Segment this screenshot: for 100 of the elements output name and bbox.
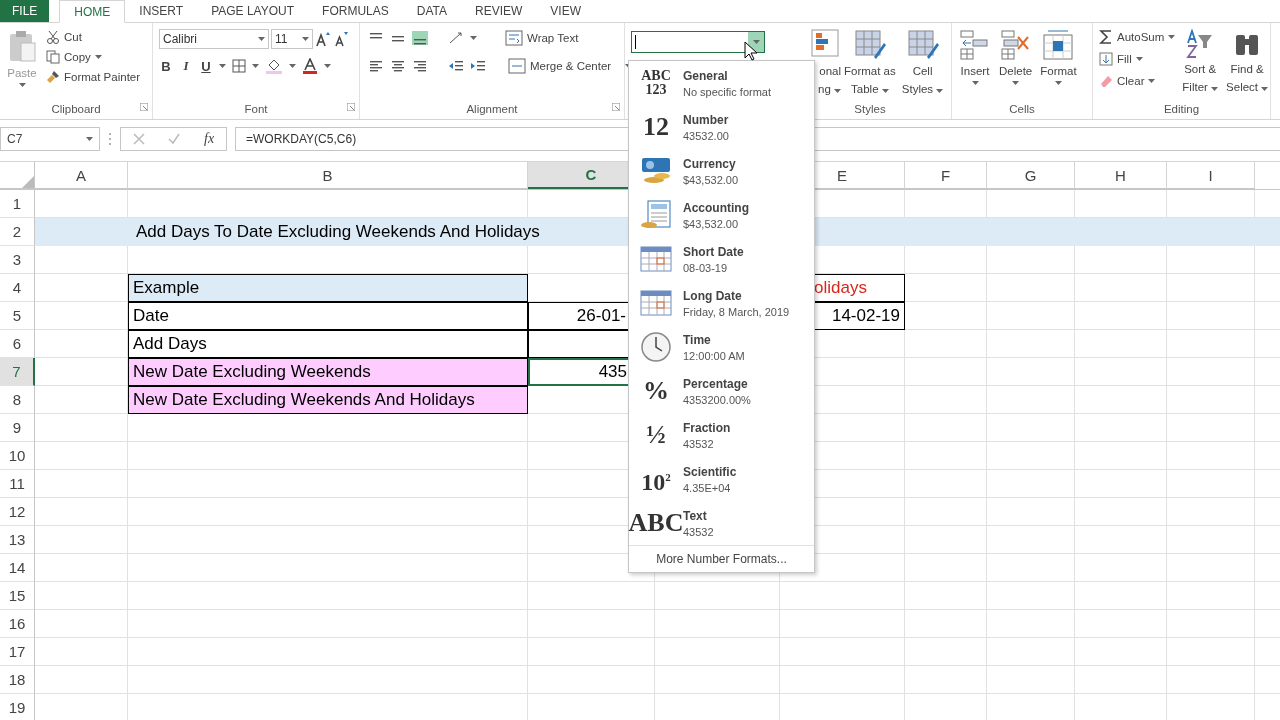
orientation-icon[interactable]	[448, 31, 464, 45]
name-box[interactable]: C7	[0, 127, 100, 151]
format-button[interactable]: Format	[1037, 29, 1080, 99]
caret-icon[interactable]	[881, 89, 889, 93]
merge-cells-icon	[508, 58, 526, 74]
delete-cells-icon	[999, 29, 1032, 61]
caret-icon[interactable]	[1168, 35, 1176, 39]
caret-icon[interactable]	[936, 89, 944, 93]
font-name-field[interactable]: Calibri	[159, 29, 269, 49]
table-cell[interactable]: New Date Excluding Weekends And Holidays	[128, 386, 528, 414]
caret-icon[interactable]	[324, 64, 331, 68]
group-label: Styles	[853, 102, 887, 117]
align-center-icon[interactable]	[390, 59, 406, 73]
insert-button[interactable]: Insert	[956, 29, 994, 99]
caret-icon[interactable]	[1012, 81, 1020, 85]
align-right-icon[interactable]	[412, 59, 428, 73]
calendar-icon	[640, 290, 672, 316]
more-formats-link[interactable]: More Number Formats...	[629, 545, 814, 572]
format-as-table-button[interactable]: Format as Table	[841, 29, 899, 99]
column-header[interactable]: A	[35, 162, 128, 189]
calendar-icon	[640, 246, 672, 272]
dialog-launcher-icon[interactable]	[612, 103, 620, 111]
clock-icon	[640, 331, 672, 363]
caret-icon[interactable]	[834, 89, 841, 93]
column-header[interactable]: I	[1167, 162, 1255, 189]
format-glyph-icon: ½	[646, 422, 666, 448]
caret-icon[interactable]	[1261, 87, 1269, 91]
caret-icon[interactable]	[94, 55, 102, 59]
merge-center-button[interactable]: Merge & Center	[506, 57, 635, 75]
dropdown-caret-icon[interactable]	[752, 40, 760, 44]
drag-handle-icon[interactable]	[108, 132, 112, 146]
cell-brush-icon	[906, 29, 939, 61]
menu-item[interactable]: % Percentage 4353200.00%	[629, 369, 814, 413]
caret-icon[interactable]	[1211, 87, 1219, 91]
increase-indent-icon[interactable]	[470, 59, 486, 73]
menu-item[interactable]: Accounting $43,532.00	[629, 193, 814, 237]
caret-icon[interactable]	[1135, 57, 1143, 61]
sort-filter-button[interactable]: Sort & Filter	[1179, 29, 1222, 99]
column-header[interactable]: G	[987, 162, 1075, 189]
caret-icon[interactable]	[1054, 81, 1062, 85]
menu-item[interactable]: 10$^{2}$ Scientific 4.35E+04	[629, 457, 814, 501]
fill-button[interactable]: Fill	[1097, 51, 1178, 67]
ribbon-tab[interactable]: HOME	[59, 0, 126, 23]
row-header[interactable]: 2	[0, 218, 35, 246]
table-cell[interactable]: Add Days	[128, 330, 528, 358]
insert-function-button[interactable]: fx	[204, 131, 215, 147]
copy-button[interactable]: Copy	[44, 49, 143, 65]
caret-icon[interactable]	[252, 64, 259, 68]
column-header[interactable]: B	[128, 162, 528, 189]
caret-icon[interactable]	[289, 64, 296, 68]
grow-font-icon[interactable]	[315, 31, 331, 47]
row-header[interactable]: 7	[0, 358, 35, 386]
bold-button[interactable]: B	[159, 58, 173, 74]
column-header[interactable]: F	[905, 162, 987, 189]
table-cell[interactable]: Date	[128, 302, 528, 330]
menu-item[interactable]: ½ Fraction 43532	[629, 413, 814, 457]
group-label: Clipboard	[50, 102, 102, 117]
caret-icon[interactable]	[258, 37, 265, 41]
clear-button[interactable]: Clear	[1097, 73, 1178, 89]
fill-color-icon[interactable]	[265, 58, 283, 74]
caret-icon[interactable]	[219, 64, 226, 68]
scissors-icon	[46, 30, 60, 44]
delete-button[interactable]: Delete	[996, 29, 1036, 99]
autosum-button[interactable]: AutoSum	[1097, 29, 1178, 45]
caret-icon[interactable]	[470, 36, 477, 40]
number-format-field[interactable]	[631, 31, 765, 53]
dialog-launcher-icon[interactable]	[347, 103, 355, 111]
cell-styles-button[interactable]: Cell Styles	[898, 29, 947, 99]
shrink-font-icon[interactable]	[333, 31, 349, 47]
font-size-field[interactable]: 11	[271, 29, 313, 49]
cut-button[interactable]: Cut	[44, 29, 143, 45]
format-glyph-icon: 10$^{2}$	[640, 469, 672, 489]
decrease-indent-icon[interactable]	[448, 59, 464, 73]
caret-icon[interactable]	[971, 81, 979, 85]
caret-icon[interactable]	[1148, 79, 1156, 83]
underline-button[interactable]: U	[199, 58, 213, 74]
sigma-icon	[1099, 30, 1113, 44]
money-coins-icon	[640, 156, 672, 186]
dialog-launcher-icon[interactable]	[140, 103, 148, 111]
caret-icon[interactable]	[86, 137, 93, 141]
group-label: Alignment	[465, 102, 519, 117]
down-arrow-icon	[1099, 52, 1113, 66]
borders-icon[interactable]	[232, 59, 246, 73]
format-painter-button[interactable]: Format Painter	[44, 69, 143, 85]
column-header[interactable]: H	[1075, 162, 1167, 189]
caret-icon[interactable]	[302, 37, 309, 41]
format-glyph-icon: 12	[643, 114, 669, 140]
menu-item[interactable]: 12 Number 43532.00	[629, 105, 814, 149]
font-color-icon[interactable]	[302, 58, 318, 74]
find-select-button[interactable]: Find & Select	[1223, 29, 1272, 99]
check-icon[interactable]	[168, 133, 181, 145]
caret-icon[interactable]	[18, 83, 26, 87]
italic-button[interactable]: I	[179, 58, 193, 74]
align-left-icon[interactable]	[368, 59, 384, 73]
wrap-text-button[interactable]: Wrap Text	[503, 29, 581, 47]
format-cells-icon	[1042, 29, 1075, 61]
table-cell[interactable]: Example	[128, 274, 528, 302]
table-cell[interactable]: New Date Excluding Weekends	[128, 358, 528, 386]
file-tab[interactable]: FILE	[0, 0, 50, 22]
table-brush-icon	[853, 29, 886, 61]
